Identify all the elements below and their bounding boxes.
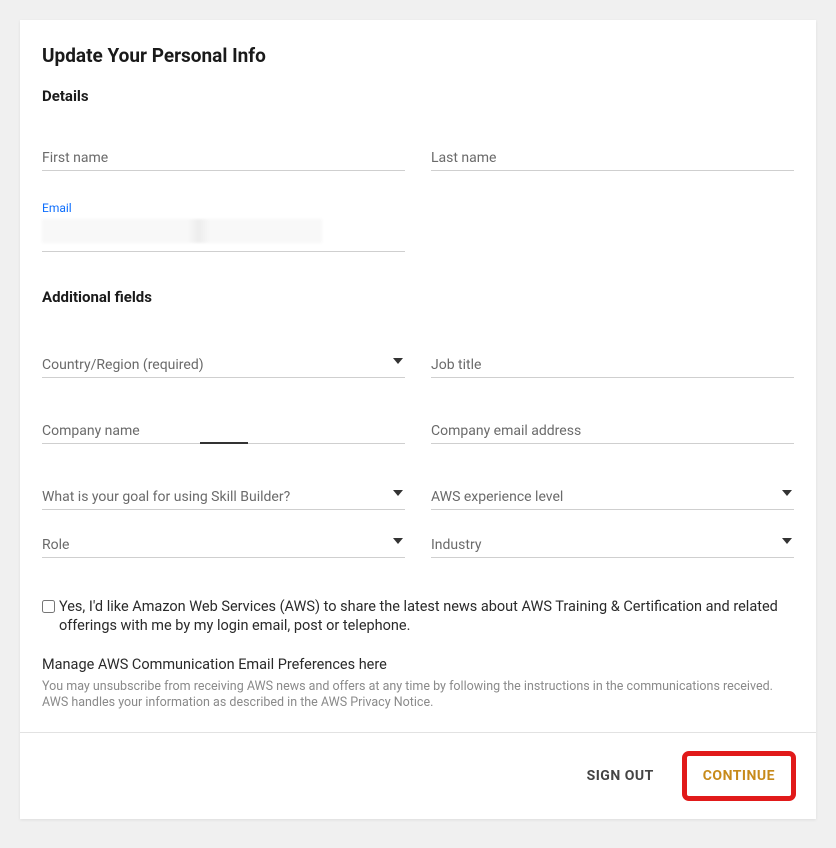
page-title: Update Your Personal Info bbox=[42, 44, 794, 67]
consent-label[interactable]: Yes, I'd like Amazon Web Services (AWS) … bbox=[59, 598, 794, 636]
name-row: First name Last name bbox=[42, 145, 794, 171]
chevron-down-icon bbox=[393, 538, 403, 544]
goal-select[interactable]: What is your goal for using Skill Builde… bbox=[42, 484, 405, 510]
company-name-label: Company name bbox=[42, 423, 140, 439]
card-footer: SIGN OUT CONTINUE bbox=[20, 732, 816, 819]
chevron-down-icon bbox=[393, 490, 403, 496]
chevron-down-icon bbox=[782, 538, 792, 544]
manage-preferences-link[interactable]: Manage AWS Communication Email Preferenc… bbox=[42, 656, 794, 675]
additional-heading: Additional fields bbox=[42, 288, 794, 306]
experience-label: AWS experience level bbox=[431, 489, 563, 505]
industry-select[interactable]: Industry bbox=[431, 532, 794, 558]
role-label: Role bbox=[42, 537, 69, 553]
continue-highlight: CONTINUE bbox=[682, 751, 796, 801]
card-body: Update Your Personal Info Details First … bbox=[20, 20, 816, 732]
country-region-select[interactable]: Country/Region (required) bbox=[42, 352, 405, 378]
chevron-down-icon bbox=[393, 358, 403, 364]
email-field[interactable]: Email bbox=[42, 201, 405, 252]
continue-button[interactable]: CONTINUE bbox=[689, 758, 789, 794]
role-select[interactable]: Role bbox=[42, 532, 405, 558]
email-row: Email bbox=[42, 201, 794, 252]
company-row: Company name Company email address bbox=[42, 418, 794, 444]
role-industry-row: Role Industry bbox=[42, 532, 794, 558]
details-heading: Details bbox=[42, 87, 794, 105]
job-title-field[interactable]: Job title bbox=[431, 352, 794, 378]
company-email-field[interactable]: Company email address bbox=[431, 418, 794, 444]
email-value-redacted bbox=[42, 219, 322, 243]
consent-checkbox[interactable] bbox=[42, 600, 55, 613]
country-jobtitle-row: Country/Region (required) Job title bbox=[42, 352, 794, 378]
email-label: Email bbox=[42, 201, 405, 215]
country-region-label: Country/Region (required) bbox=[42, 357, 204, 373]
goal-label: What is your goal for using Skill Builde… bbox=[42, 489, 290, 505]
empty-spacer bbox=[431, 201, 794, 252]
first-name-label: First name bbox=[42, 150, 108, 166]
chevron-down-icon bbox=[782, 490, 792, 496]
first-name-field[interactable]: First name bbox=[42, 145, 405, 171]
industry-label: Industry bbox=[431, 537, 481, 553]
fine-print: You may unsubscribe from receiving AWS n… bbox=[42, 679, 794, 713]
experience-select[interactable]: AWS experience level bbox=[431, 484, 794, 510]
company-name-field[interactable]: Company name bbox=[42, 418, 405, 444]
company-email-label: Company email address bbox=[431, 423, 581, 439]
job-title-label: Job title bbox=[431, 357, 481, 373]
sign-out-button[interactable]: SIGN OUT bbox=[573, 758, 668, 794]
last-name-label: Last name bbox=[431, 150, 496, 166]
personal-info-card: Update Your Personal Info Details First … bbox=[20, 20, 816, 819]
goal-experience-row: What is your goal for using Skill Builde… bbox=[42, 484, 794, 510]
consent-block: Yes, I'd like Amazon Web Services (AWS) … bbox=[42, 598, 794, 636]
last-name-field[interactable]: Last name bbox=[431, 145, 794, 171]
